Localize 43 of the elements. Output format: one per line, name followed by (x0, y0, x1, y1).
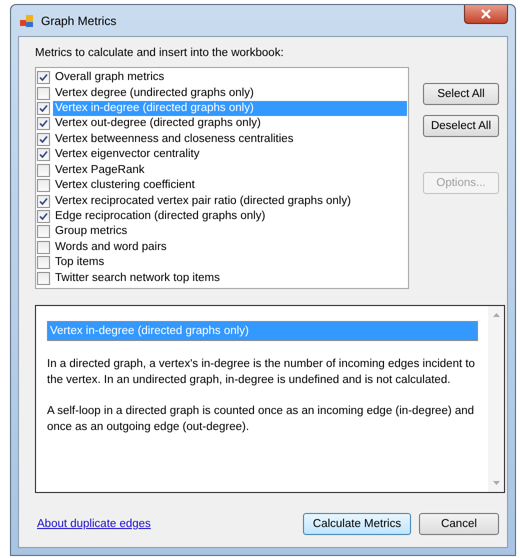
scrollbar[interactable] (488, 306, 504, 492)
list-item[interactable]: Vertex clustering coefficient (53, 178, 407, 194)
list-item[interactable]: Group metrics (53, 224, 407, 240)
checkbox[interactable] (37, 179, 50, 192)
close-icon (481, 9, 491, 19)
list-item[interactable]: Vertex reciprocated vertex pair ratio (directed graphs only) (53, 194, 407, 209)
list-item[interactable]: Top items (53, 255, 407, 270)
dialog-button[interactable]: Cancel (419, 513, 499, 535)
checkbox[interactable] (37, 194, 50, 208)
window-title: Graph Metrics (41, 14, 116, 28)
list-item[interactable]: Vertex eigenvector centrality (53, 147, 407, 162)
checkbox[interactable] (37, 132, 50, 146)
list-item[interactable]: Vertex betweenness and closeness centralities (53, 132, 407, 147)
description-paragraph: A self-loop in a directed graph is counted once as an incoming edge (in-degree) and once as an outgoing edge (out-degree). (47, 404, 476, 435)
close-button[interactable] (464, 5, 508, 24)
app-icon (20, 14, 34, 28)
checkbox[interactable] (37, 164, 50, 177)
checkbox[interactable] (37, 86, 50, 100)
description-paragraph: In a directed graph, a vertex's in-degree is the number of incoming edges incident to the vertex. In an undirected graph, in-degree is undefined and is not calculated. (47, 357, 476, 388)
checkbox[interactable] (37, 117, 50, 130)
checkbox[interactable] (37, 272, 50, 285)
checkbox[interactable] (37, 210, 50, 223)
scroll-up-icon[interactable] (492, 313, 500, 317)
scroll-down-icon[interactable] (492, 481, 500, 485)
checkbox[interactable] (37, 102, 50, 116)
checkbox[interactable] (37, 240, 50, 254)
list-item[interactable]: Vertex degree (undirected graphs only) (53, 86, 407, 101)
list-item[interactable]: Vertex PageRank (53, 162, 407, 178)
list-item[interactable]: Overall graph metrics (53, 70, 407, 86)
list-item[interactable]: Words and word pairs (53, 240, 407, 255)
checkbox[interactable] (37, 225, 50, 238)
list-item[interactable]: Twitter search network top items (53, 270, 407, 286)
duplicate-edges-link[interactable]: About duplicate edges (37, 518, 151, 530)
list-item[interactable]: Vertex out-degree (directed graphs only) (53, 116, 407, 132)
side-button[interactable]: Deselect All (423, 115, 499, 137)
side-button[interactable]: Select All (423, 83, 499, 105)
dialog-button[interactable]: Calculate Metrics (303, 513, 411, 535)
list-label: Metrics to calculate and insert into the workbook: (35, 47, 285, 59)
checkbox[interactable] (37, 148, 50, 162)
checkbox[interactable] (37, 256, 50, 270)
list-item[interactable]: Edge reciprocation (directed graphs only) (53, 209, 407, 224)
checkbox[interactable] (37, 71, 50, 84)
description-heading: Vertex in-degree (directed graphs only) (47, 321, 478, 341)
